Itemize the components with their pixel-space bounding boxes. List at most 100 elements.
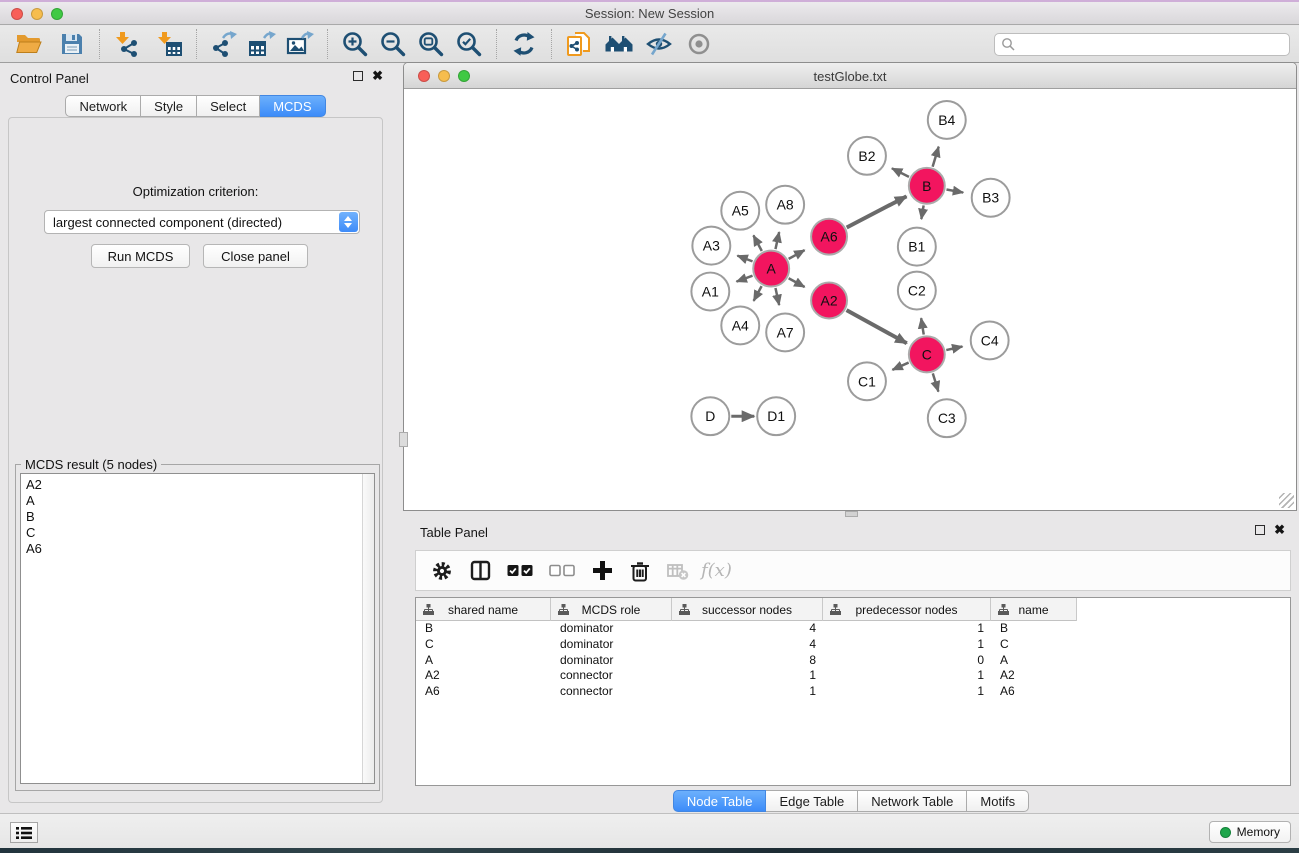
zoom-in-button[interactable] <box>341 28 369 60</box>
export-network-button[interactable] <box>210 28 238 60</box>
table-cell[interactable]: A <box>991 653 1077 669</box>
table-cell[interactable]: 1 <box>823 684 991 700</box>
zoom-fit-button[interactable] <box>417 28 445 60</box>
graph-node-A7[interactable]: A7 <box>766 313 804 351</box>
close-table-panel-icon[interactable]: ✖ <box>1274 525 1285 535</box>
table-cell[interactable]: A <box>416 653 551 669</box>
table-cell[interactable]: 4 <box>672 621 823 637</box>
table-cell[interactable]: C <box>991 637 1077 653</box>
table-cell[interactable]: A2 <box>991 668 1077 684</box>
add-row-button[interactable] <box>587 556 617 586</box>
tab-network[interactable]: Network <box>65 95 141 117</box>
table-cell[interactable]: 0 <box>823 653 991 669</box>
graph-edge-A-A5[interactable] <box>753 235 761 251</box>
export-image-button[interactable] <box>286 28 314 60</box>
column-header-shared-name[interactable]: shared name <box>416 598 551 621</box>
table-cell[interactable]: 1 <box>672 684 823 700</box>
import-table-button[interactable] <box>155 28 183 60</box>
table-cell[interactable]: 8 <box>672 653 823 669</box>
graph-edge-B-B3[interactable] <box>946 189 963 192</box>
optimization-criterion-dropdown[interactable]: largest connected component (directed) <box>44 210 360 234</box>
delete-rows-button[interactable] <box>625 556 655 586</box>
table-cell[interactable]: dominator <box>551 621 672 637</box>
graph-node-A1[interactable]: A1 <box>691 273 729 311</box>
graph-node-A4[interactable]: A4 <box>721 306 759 344</box>
table-cell[interactable]: C <box>416 637 551 653</box>
table-cell[interactable]: 4 <box>672 637 823 653</box>
float-table-panel-icon[interactable] <box>1255 525 1265 535</box>
column-header-name[interactable]: name <box>991 598 1077 621</box>
table-cell[interactable]: A6 <box>991 684 1077 700</box>
table-cell[interactable]: B <box>416 621 551 637</box>
graph-edge-C-C1[interactable] <box>892 363 908 370</box>
deselect-all-button[interactable] <box>545 556 579 586</box>
clone-network-button[interactable] <box>565 28 593 60</box>
refresh-layout-button[interactable] <box>510 28 538 60</box>
graph-edge-C-C3[interactable] <box>933 373 939 391</box>
graph-node-C[interactable]: C <box>909 336 945 372</box>
table-row[interactable]: Cdominator41C <box>416 637 1290 653</box>
column-header-successor-nodes[interactable]: successor nodes <box>672 598 823 621</box>
mcds-result-item[interactable]: A6 <box>26 541 374 557</box>
table-cell[interactable]: A2 <box>416 668 551 684</box>
graph-edge-A-A8[interactable] <box>775 232 779 249</box>
graph-edge-A-A2[interactable] <box>789 278 805 287</box>
graph-edge-B-B1[interactable] <box>921 205 923 219</box>
import-network-button[interactable] <box>113 28 141 60</box>
graph-edge-A6-B[interactable] <box>847 196 907 227</box>
table-cell[interactable]: 1 <box>672 668 823 684</box>
graph-node-A2[interactable]: A2 <box>811 283 847 319</box>
open-session-button[interactable] <box>14 28 44 60</box>
graph-edge-A-A1[interactable] <box>736 276 752 282</box>
table-cell[interactable]: 1 <box>823 668 991 684</box>
graph-node-B[interactable]: B <box>909 168 945 204</box>
table-row[interactable]: A6connector11A6 <box>416 684 1290 700</box>
graph-edge-B-B2[interactable] <box>892 168 909 177</box>
save-session-button[interactable] <box>58 28 86 60</box>
network-canvas[interactable]: B4 B2 B B3 A8 A5 A6 A3 B1 A C2 A1 A2 A4 … <box>404 89 1296 510</box>
memory-button[interactable]: Memory <box>1209 821 1291 843</box>
column-header-MCDS-role[interactable]: MCDS role <box>551 598 672 621</box>
graph-edge-A-A3[interactable] <box>737 256 752 262</box>
graph-node-A6[interactable]: A6 <box>811 219 847 255</box>
zoom-out-button[interactable] <box>379 28 407 60</box>
close-panel-button[interactable]: Close panel <box>203 244 308 268</box>
select-all-button[interactable] <box>503 556 537 586</box>
table-cell[interactable]: 1 <box>823 637 991 653</box>
table-cell[interactable]: A6 <box>416 684 551 700</box>
graph-node-B3[interactable]: B3 <box>972 179 1010 217</box>
mcds-result-item[interactable]: A2 <box>26 477 374 493</box>
graph-node-A5[interactable]: A5 <box>721 192 759 230</box>
graph-node-A8[interactable]: A8 <box>766 186 804 224</box>
graph-node-B2[interactable]: B2 <box>848 137 886 175</box>
float-panel-icon[interactable] <box>353 71 363 81</box>
show-all-button[interactable] <box>685 28 713 60</box>
table-cell[interactable]: connector <box>551 668 672 684</box>
graph-node-B4[interactable]: B4 <box>928 101 966 139</box>
table-row[interactable]: Bdominator41B <box>416 621 1290 637</box>
mcds-result-item[interactable]: B <box>26 509 374 525</box>
tab-style[interactable]: Style <box>141 95 197 117</box>
tab-motifs[interactable]: Motifs <box>967 790 1029 812</box>
run-mcds-button[interactable]: Run MCDS <box>91 244 190 268</box>
table-row[interactable]: A2connector11A2 <box>416 668 1290 684</box>
graph-edge-A-A4[interactable] <box>754 286 762 301</box>
graph-edge-C-C2[interactable] <box>921 318 924 334</box>
table-cell[interactable]: 1 <box>823 621 991 637</box>
result-scrollbar[interactable] <box>362 474 374 783</box>
table-cell[interactable]: dominator <box>551 653 672 669</box>
graph-node-C3[interactable]: C3 <box>928 399 966 437</box>
tab-network-table[interactable]: Network Table <box>858 790 967 812</box>
close-panel-icon[interactable]: ✖ <box>372 71 383 81</box>
table-settings-button[interactable] <box>427 556 457 586</box>
graph-node-A3[interactable]: A3 <box>692 227 730 265</box>
zoom-selected-button[interactable] <box>455 28 483 60</box>
graph-node-C2[interactable]: C2 <box>898 272 936 310</box>
table-cell[interactable]: connector <box>551 684 672 700</box>
network-home-button[interactable] <box>603 28 633 60</box>
table-row[interactable]: Adominator80A <box>416 653 1290 669</box>
tab-edge-table[interactable]: Edge Table <box>766 790 858 812</box>
graph-edge-A-A7[interactable] <box>775 288 779 305</box>
table-cell[interactable]: dominator <box>551 637 672 653</box>
tab-node-table[interactable]: Node Table <box>673 790 767 812</box>
